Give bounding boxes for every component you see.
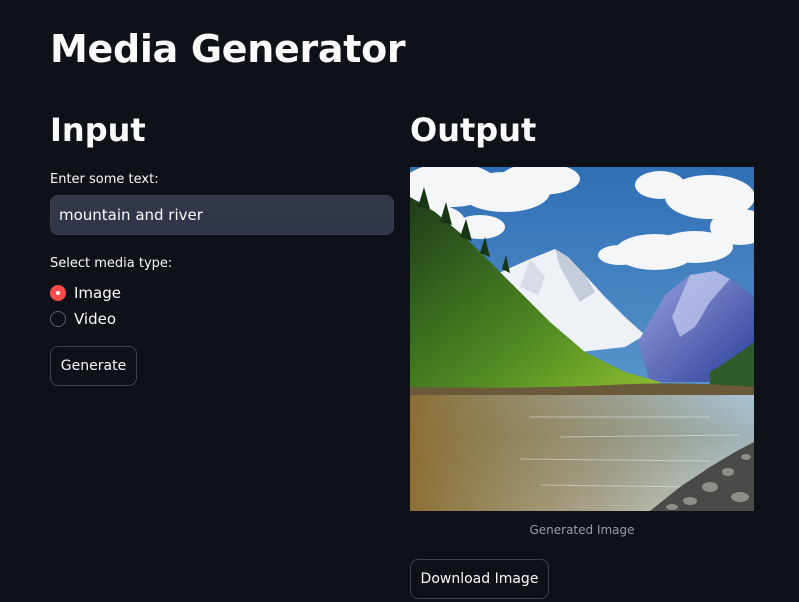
generated-image [410, 167, 754, 511]
app-container: Media Generator Input Enter some text: S… [50, 0, 755, 602]
page-title: Media Generator [50, 27, 406, 71]
output-section-title: Output [410, 111, 537, 149]
radio-label-video: Video [74, 310, 117, 328]
radio-option-video[interactable]: Video [50, 308, 116, 330]
radio-label-image: Image [74, 284, 121, 302]
generate-button[interactable]: Generate [50, 346, 137, 386]
download-image-button[interactable]: Download Image [410, 559, 549, 599]
radio-option-image[interactable]: Image [50, 282, 121, 304]
media-type-label: Select media type: [50, 256, 173, 271]
prompt-text-input[interactable] [50, 195, 394, 235]
text-input-label: Enter some text: [50, 172, 159, 187]
input-section-title: Input [50, 111, 146, 149]
image-caption: Generated Image [529, 523, 635, 537]
radio-button-checked[interactable] [50, 285, 66, 301]
landscape-image-illustration [410, 167, 754, 511]
radio-button-unchecked[interactable] [50, 311, 66, 327]
